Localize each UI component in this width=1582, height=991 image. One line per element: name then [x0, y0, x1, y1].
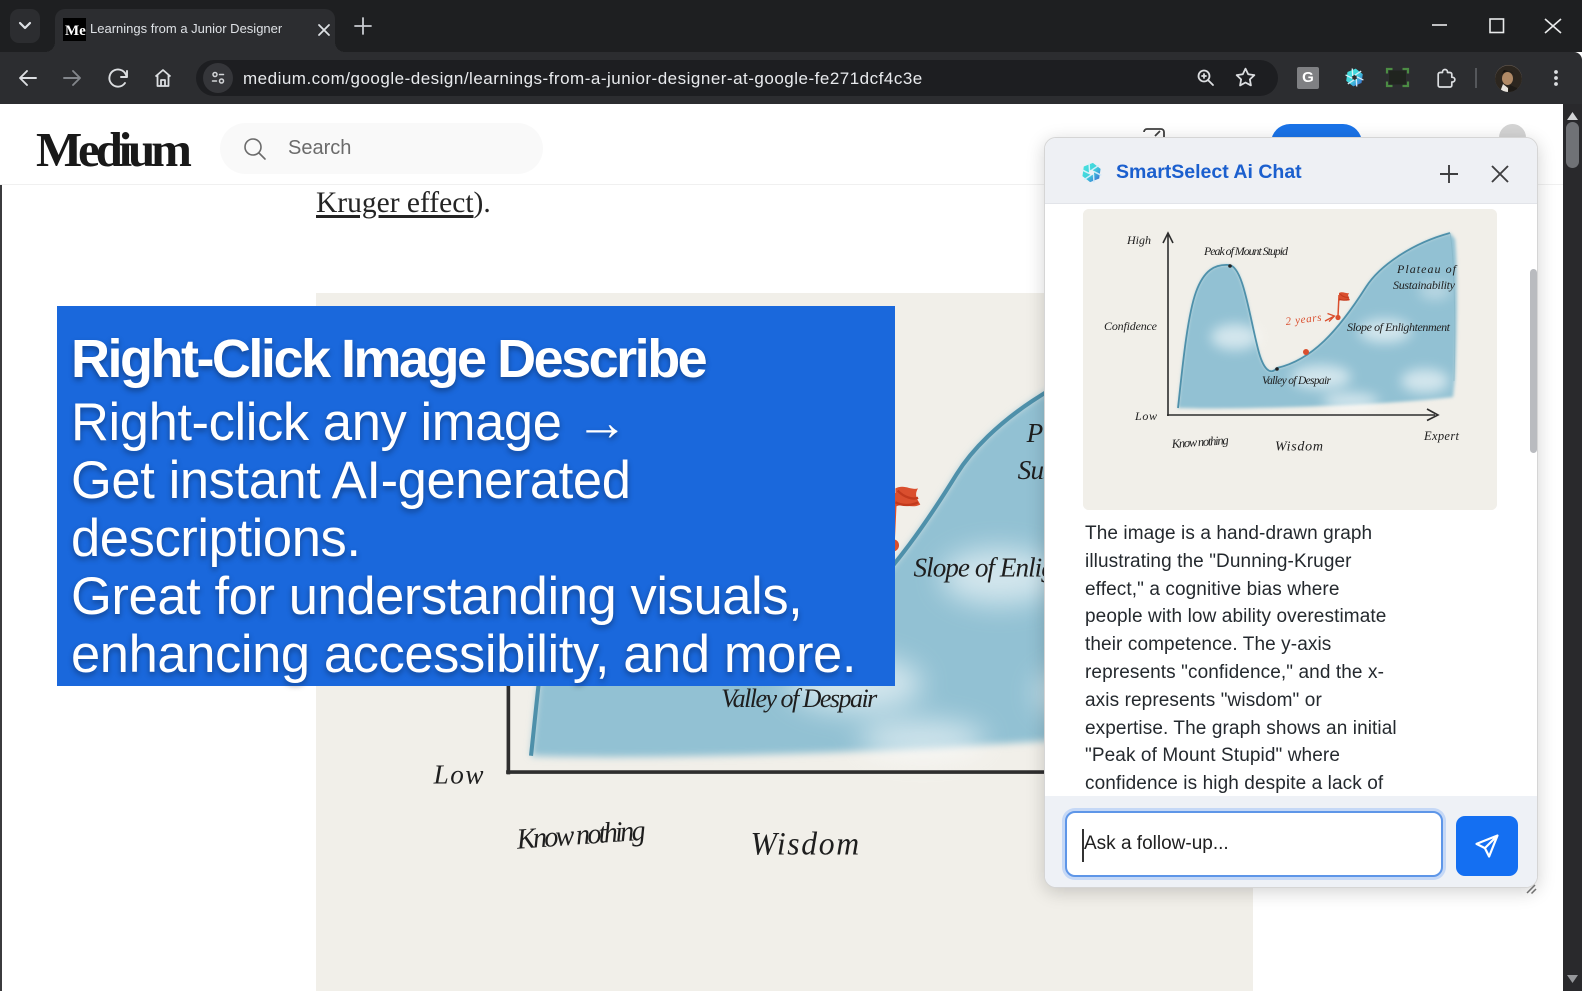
svg-text:Me: Me	[65, 23, 86, 39]
